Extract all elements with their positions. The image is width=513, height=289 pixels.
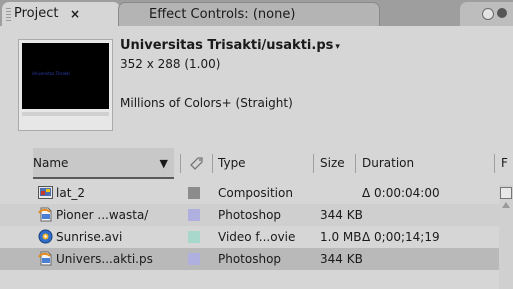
column-f[interactable]: F	[501, 148, 508, 179]
item-size: 1.0 MB	[320, 230, 362, 244]
column-name-label: Name	[33, 156, 69, 170]
list-item[interactable]: Univers...akti.ps Photoshop 344 KB	[0, 248, 513, 270]
divider[interactable]	[180, 154, 181, 173]
label-swatch[interactable]	[188, 231, 200, 243]
divider[interactable]	[494, 154, 495, 173]
label-swatch[interactable]	[188, 209, 200, 221]
item-title-text: Universitas Trisakti/usakti.ps	[120, 38, 334, 53]
thumbnail-frame: Universitas Trisakti	[18, 39, 113, 131]
panel-icon	[482, 8, 494, 20]
thumbnail-text: Universitas Trisakti	[32, 71, 70, 76]
column-duration[interactable]: Duration	[362, 148, 414, 179]
item-color-info: Millions of Colors+ (Straight)	[120, 96, 293, 110]
tab-other[interactable]	[460, 2, 513, 26]
column-size[interactable]: Size	[320, 148, 345, 179]
sort-icon[interactable]: ▼	[160, 148, 168, 179]
video-file-icon	[38, 229, 53, 244]
label-swatch[interactable]	[188, 187, 200, 199]
composition-icon	[38, 186, 53, 199]
panel-tab-bar: Project × Effect Controls: (none)	[0, 0, 513, 27]
tab-effect-controls-label: Effect Controls: (none)	[149, 7, 296, 22]
tab-effect-controls[interactable]: Effect Controls: (none)	[118, 2, 380, 27]
item-name: Pioner ...wasta/	[56, 208, 149, 222]
photoshop-file-icon	[38, 251, 52, 266]
divider[interactable]	[355, 154, 356, 173]
column-type[interactable]: Type	[218, 148, 246, 179]
item-size: 344 KB	[320, 208, 363, 222]
tag-icon	[190, 157, 203, 170]
flowchart-icon[interactable]	[500, 187, 512, 199]
close-icon[interactable]: ×	[70, 2, 80, 26]
grip-icon[interactable]	[6, 8, 11, 21]
tab-project[interactable]: Project ×	[2, 2, 120, 26]
item-size: 344 KB	[320, 252, 363, 266]
scrollbar[interactable]	[499, 185, 513, 289]
item-name: Univers...akti.ps	[56, 252, 153, 266]
item-dimensions: 352 x 288 (1.00)	[120, 57, 221, 71]
list-item[interactable]: Sunrise.avi Video f...ovie 1.0 MB Δ 0;00…	[0, 226, 513, 248]
list-item[interactable]: Pioner ...wasta/ Photoshop 344 KB	[0, 204, 513, 226]
item-type: Composition	[218, 186, 293, 200]
column-header: Name ▼ Type Size Duration F	[0, 148, 513, 179]
scroll-up-icon[interactable]	[502, 202, 510, 208]
preview-area: Universitas Trisakti Universitas Trisakt…	[0, 26, 513, 145]
column-label[interactable]	[186, 148, 208, 179]
photoshop-file-icon	[38, 207, 52, 222]
label-swatch[interactable]	[188, 253, 200, 265]
item-type: Video f...ovie	[218, 230, 296, 244]
item-type: Photoshop	[218, 252, 282, 266]
item-title[interactable]: Universitas Trisakti/usakti.ps ▾	[120, 38, 340, 53]
thumbnail-bar	[22, 112, 109, 116]
list-item[interactable]: lat_2 Composition Δ 0:00:04:00	[0, 182, 513, 204]
thumbnail: Universitas Trisakti	[22, 43, 109, 109]
divider[interactable]	[313, 154, 314, 173]
panel-menu-icon[interactable]	[497, 8, 507, 18]
item-type: Photoshop	[218, 208, 282, 222]
item-name: lat_2	[56, 186, 86, 200]
column-name[interactable]: Name ▼	[33, 148, 174, 179]
divider[interactable]	[212, 154, 213, 173]
dropdown-icon[interactable]: ▾	[335, 42, 340, 52]
item-name: Sunrise.avi	[56, 230, 123, 244]
item-duration: Δ 0:00:04:00	[362, 186, 440, 200]
item-duration: Δ 0;00;14;19	[362, 230, 440, 244]
tab-project-label: Project	[14, 6, 59, 21]
